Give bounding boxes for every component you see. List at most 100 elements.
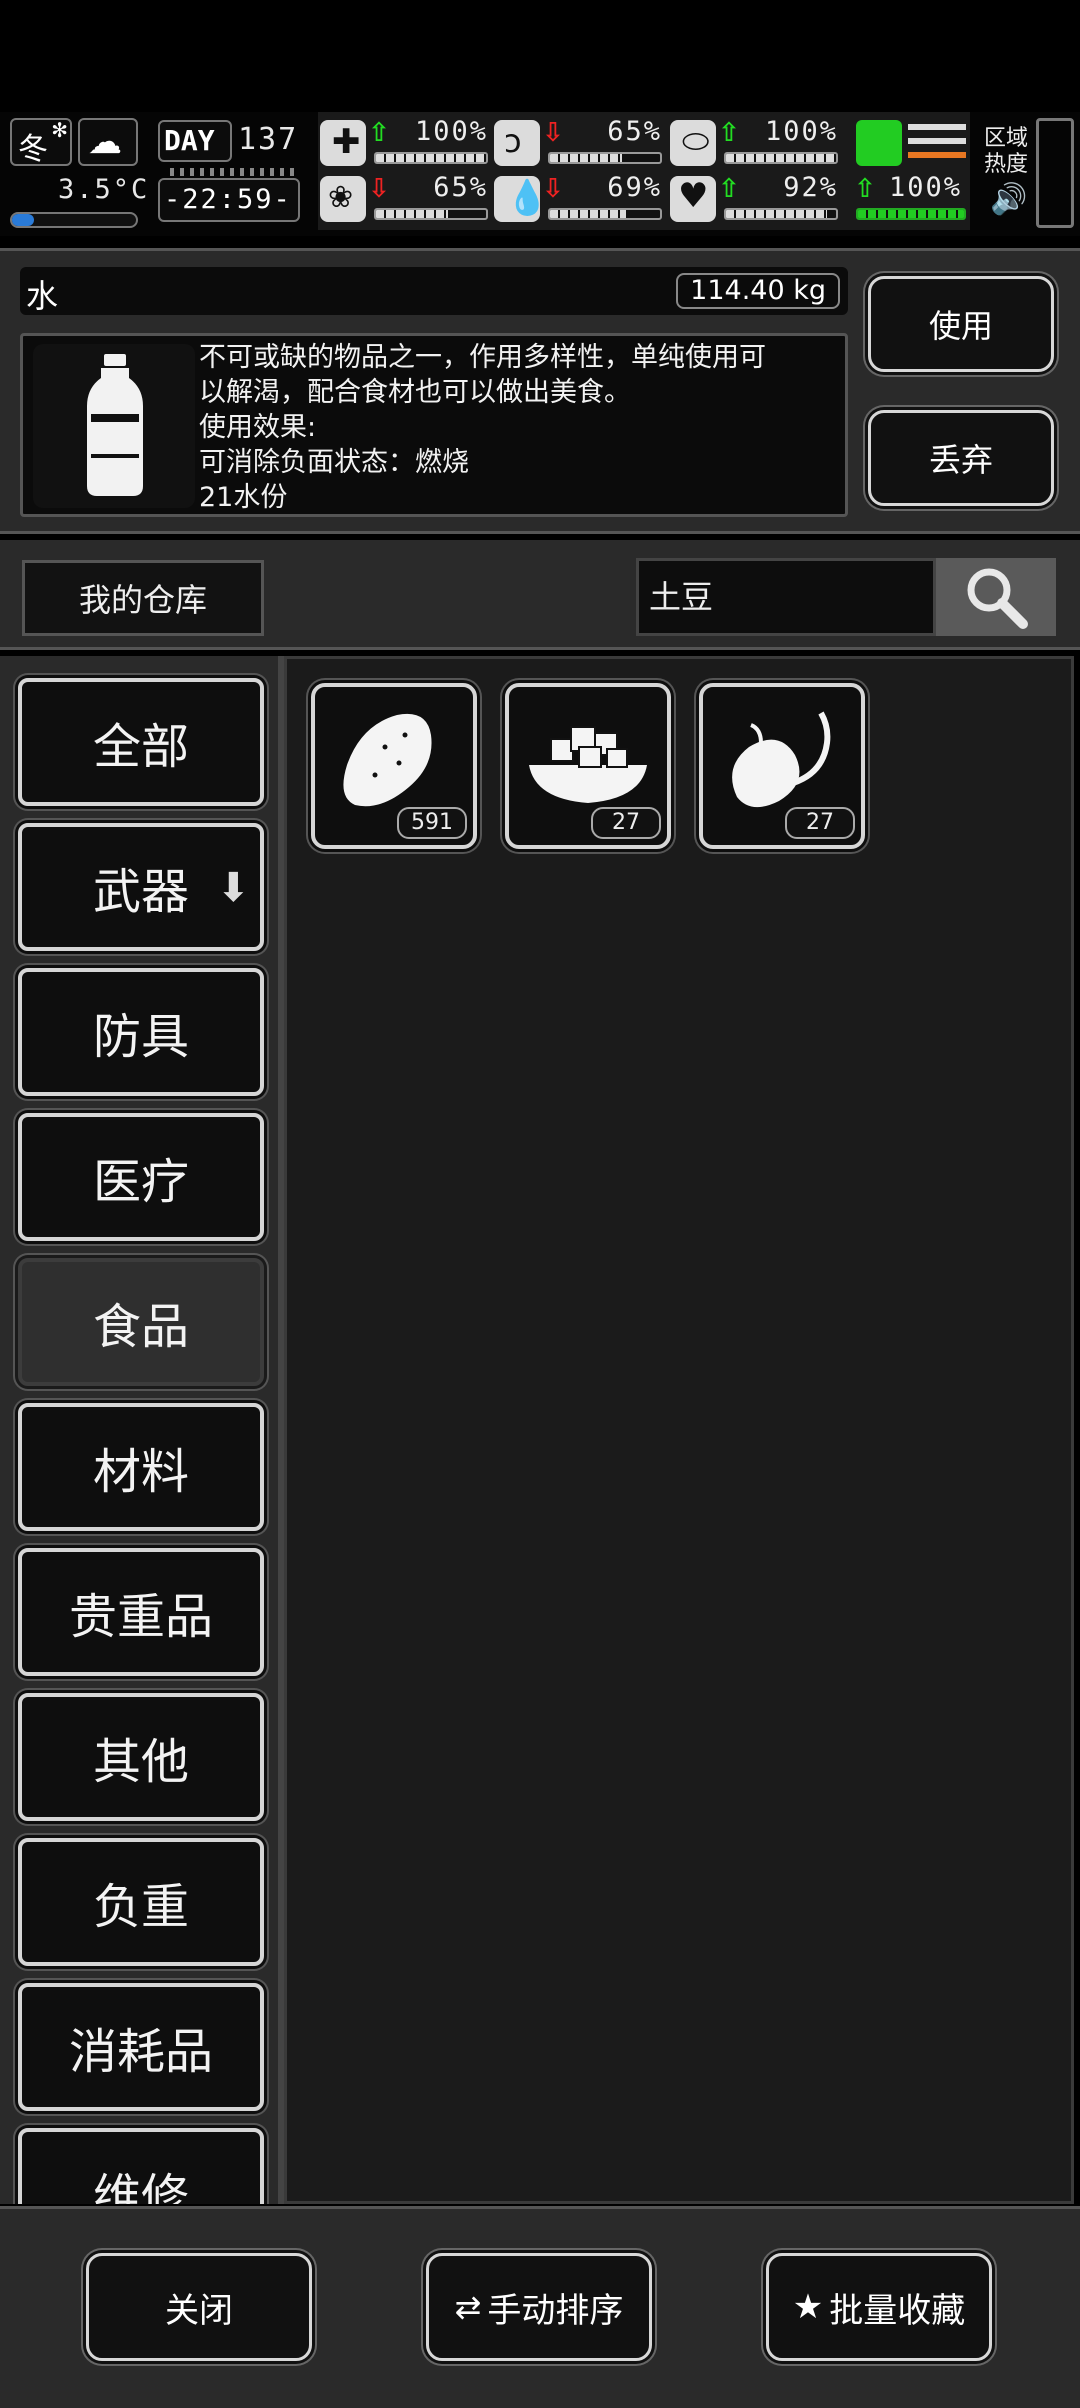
category-armor[interactable]: 防具 xyxy=(18,968,264,1096)
item-title-bar: 水 114.40 kg xyxy=(20,267,848,315)
health-value: 100% xyxy=(414,116,488,147)
item-slot-diced-potato[interactable]: 27 xyxy=(505,683,671,849)
status-hud: 冬 ✻ ☁ 3.5°C DAY 137 -22:59- ✚ ⇧ 100% ↄ ⇩… xyxy=(0,112,1080,236)
category-label: 其他 xyxy=(92,1734,189,1790)
cloud-icon: ☁ xyxy=(88,122,122,162)
category-consumables[interactable]: 消耗品 xyxy=(18,1983,264,2111)
water-bottle-icon xyxy=(33,344,195,508)
category-label: 负重 xyxy=(92,1879,189,1935)
brain-icon: ❀ xyxy=(320,176,366,222)
category-label: 全部 xyxy=(92,719,189,775)
category-load[interactable]: 负重 xyxy=(18,1838,264,1966)
batch-favorite-button[interactable]: ★ 批量收藏 xyxy=(766,2253,992,2361)
category-label: 材料 xyxy=(92,1444,189,1500)
use-button[interactable]: 使用 xyxy=(868,276,1054,372)
stamina-value: 100% xyxy=(888,172,962,203)
category-label: 贵重品 xyxy=(68,1589,213,1645)
category-all[interactable]: 全部 xyxy=(18,678,264,806)
close-label: 关闭 xyxy=(165,2290,233,2331)
stamina-bar-fill xyxy=(858,210,964,218)
day-ticks xyxy=(170,168,300,176)
item-count: 591 xyxy=(397,807,467,839)
heart-icon: ♥ xyxy=(670,176,716,222)
stomach-icon: ↄ xyxy=(494,120,540,166)
manual-sort-label: 手动排序 xyxy=(487,2290,624,2331)
season-label: 冬 xyxy=(18,132,48,167)
category-sidebar: 全部 武器 ⬇ 防具 医疗 食品 材料 贵重品 其他 负重 消耗品 维修 xyxy=(0,656,284,2204)
mood-value: 92% xyxy=(783,172,838,203)
hunger-value: 65% xyxy=(607,116,662,147)
temperature-label: 3.5°C xyxy=(58,174,150,205)
category-food[interactable]: 食品 xyxy=(18,1258,264,1386)
item-weight: 114.40 kg xyxy=(676,273,840,309)
mood-bar-fill xyxy=(726,210,828,218)
speaker-icon[interactable]: 🔊 xyxy=(990,182,1027,217)
thirst-value: 69% xyxy=(607,172,662,203)
boot-icon xyxy=(856,120,902,166)
stamina-lines xyxy=(908,124,966,162)
mind-bar xyxy=(374,208,488,220)
category-other[interactable]: 其他 xyxy=(18,1693,264,1821)
item-grid: 591 27 27 xyxy=(284,656,1074,2204)
item-description-box: 不可或缺的物品之一，作用多样性，单纯使用可 以解渴，配合食材也可以做出美食。 使… xyxy=(20,333,848,517)
category-repair[interactable]: 维修 xyxy=(18,2128,264,2204)
category-label: 食品 xyxy=(92,1299,189,1355)
stats-panel: ✚ ⇧ 100% ↄ ⇩ 65% ⬭ ⇧ 100% ❀ ⇩ 65% 💧 ⇩ 69… xyxy=(318,112,852,230)
batch-favorite-label: 批量收藏 xyxy=(829,2290,966,2331)
item-description: 不可或缺的物品之一，作用多样性，单纯使用可 以解渴，配合食材也可以做出美食。 使… xyxy=(199,342,766,513)
mind-bar-fill xyxy=(376,210,448,218)
warehouse-search-row: 我的仓库 土豆 xyxy=(0,540,1080,650)
category-label: 医疗 xyxy=(92,1154,189,1210)
item-name: 水 xyxy=(26,277,59,315)
item-count: 27 xyxy=(591,807,661,839)
pill-icon: ⬭ xyxy=(670,120,716,166)
health-bar-fill xyxy=(376,154,486,162)
category-materials[interactable]: 材料 xyxy=(18,1403,264,1531)
item-slot-sprouted-potato[interactable]: 27 xyxy=(699,683,865,849)
area-heat-meter xyxy=(1036,118,1074,228)
mind-value: 65% xyxy=(433,172,488,203)
my-warehouse-button[interactable]: 我的仓库 xyxy=(22,560,264,636)
star-icon: ★ xyxy=(792,2287,824,2327)
thirst-bar xyxy=(548,208,662,220)
category-label: 消耗品 xyxy=(68,2024,213,2080)
temperature-gauge-fill xyxy=(12,214,34,226)
bottom-action-bar: 关闭 ⇄ 手动排序 ★ 批量收藏 xyxy=(0,2206,1080,2408)
weather-box: ☁ xyxy=(78,118,138,166)
medkit-icon: ✚ xyxy=(320,120,366,166)
day-number: 137 xyxy=(238,122,299,157)
item-slot-potato[interactable]: 591 xyxy=(311,683,477,849)
manual-sort-button[interactable]: ⇄ 手动排序 xyxy=(426,2253,652,2361)
category-medical[interactable]: 医疗 xyxy=(18,1113,264,1241)
category-weapons[interactable]: 武器 ⬇ xyxy=(18,823,264,951)
mood-bar xyxy=(724,208,838,220)
energy-value: 100% xyxy=(764,116,838,147)
clock-box: -22:59- xyxy=(158,178,300,222)
drop-button[interactable]: 丢弃 xyxy=(868,410,1054,506)
search-icon xyxy=(967,568,1028,629)
stamina-panel: ⇧ 100% xyxy=(852,112,970,230)
category-label: 武器 xyxy=(92,864,189,920)
energy-bar-fill xyxy=(726,154,836,162)
snowflake-icon: ✻ xyxy=(51,118,68,142)
hunger-bar xyxy=(548,152,662,164)
category-label: 维修 xyxy=(92,2169,189,2204)
stamina-bar xyxy=(856,208,966,220)
day-box: DAY xyxy=(158,120,232,162)
search-input[interactable]: 土豆 xyxy=(636,558,936,636)
temperature-gauge xyxy=(10,212,138,228)
clock-label: -22:59- xyxy=(164,184,292,215)
energy-bar xyxy=(724,152,838,164)
arrow-down-icon: ⬇ xyxy=(216,865,250,911)
season-box: 冬 ✻ xyxy=(10,118,72,167)
search-button[interactable] xyxy=(936,558,1056,636)
category-label: 防具 xyxy=(92,1009,189,1065)
day-label: DAY xyxy=(164,124,215,157)
thirst-bar-fill xyxy=(550,210,626,218)
category-valuables[interactable]: 贵重品 xyxy=(18,1548,264,1676)
area-heat-label: 区域 热度 xyxy=(984,126,1029,177)
health-bar xyxy=(374,152,488,164)
swap-arrows-icon: ⇄ xyxy=(454,2288,482,2326)
close-button[interactable]: 关闭 xyxy=(86,2253,312,2361)
water-drop-icon: 💧 xyxy=(494,176,548,222)
